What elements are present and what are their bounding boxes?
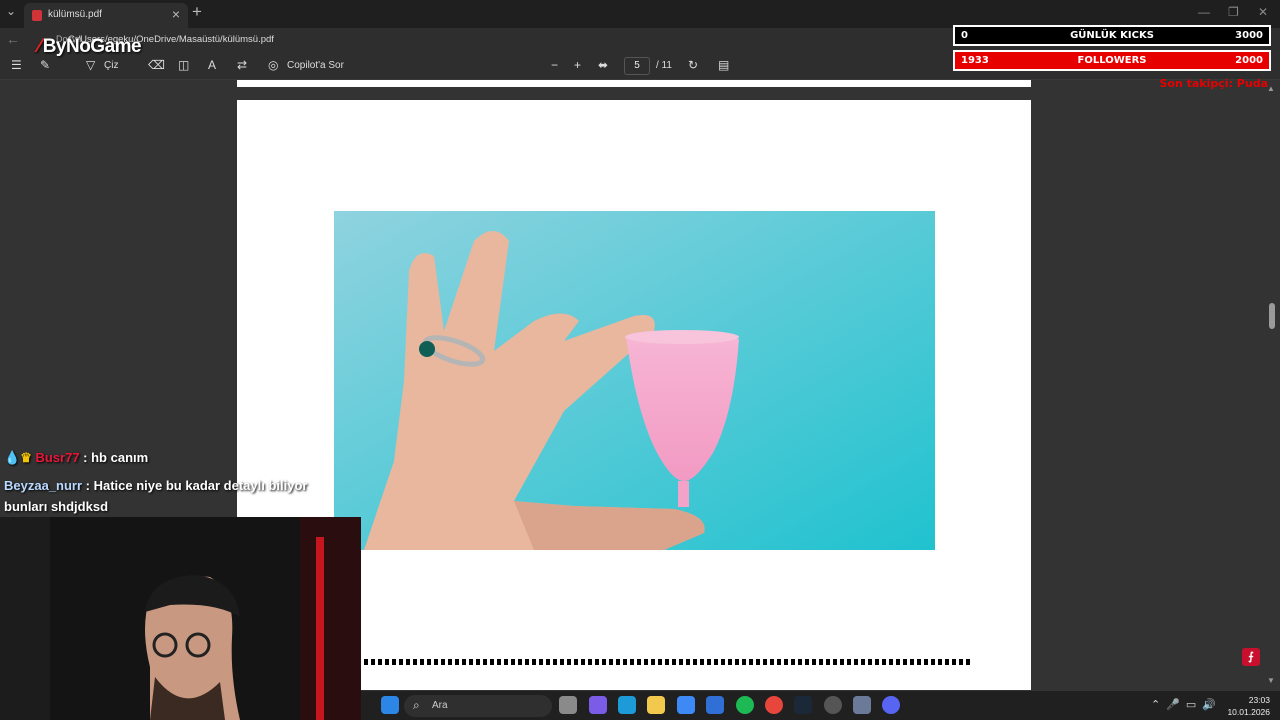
spotify-icon[interactable]	[736, 696, 754, 714]
fit-page-icon[interactable]: ⬌	[598, 58, 608, 72]
contents-icon[interactable]: ☰	[11, 58, 22, 72]
tab-title: külümsü.pdf	[48, 9, 102, 20]
minimize-button[interactable]: —	[1198, 5, 1210, 19]
chat-username: Busr77	[35, 450, 80, 465]
file-explorer-icon[interactable]	[647, 696, 665, 714]
page-total: / 11	[656, 60, 672, 71]
tab-list-button[interactable]: ⌄	[6, 4, 16, 18]
copilot-icon[interactable]: ◎	[268, 58, 278, 72]
app-icon[interactable]	[824, 696, 842, 714]
system-tray[interactable]: ⌃🎤▭🔊	[1151, 698, 1222, 711]
followers-goal: 2000	[1235, 55, 1263, 66]
tab-pdf[interactable]: külümsü.pdf ×	[24, 3, 188, 28]
bynogame-logo: ⁄ ByNoGame	[38, 36, 142, 58]
two-page-icon[interactable]: ▤	[718, 58, 729, 72]
rotate-icon[interactable]: ↻	[688, 58, 698, 72]
chat-text: : hb canım	[83, 450, 149, 465]
draw-label[interactable]: Çiz	[104, 60, 118, 71]
eraser-icon[interactable]: ⌫	[148, 58, 165, 72]
settings-app-icon[interactable]	[853, 696, 871, 714]
task-view-icon[interactable]	[559, 696, 577, 714]
windows-taskbar: ⌕ Ara ⌃🎤▭🔊 23:03 10.01.2026	[361, 690, 1280, 720]
taskbar-clock[interactable]: 23:03 10.01.2026	[1227, 694, 1270, 718]
translate-icon[interactable]: ⇄	[237, 58, 247, 72]
scrollbar-thumb[interactable]	[1269, 303, 1275, 329]
copilot-label[interactable]: Copilot'a Sor	[287, 60, 344, 71]
webcam-feed	[0, 517, 361, 720]
clock-time: 23:03	[1248, 695, 1270, 705]
new-tab-button[interactable]: +	[192, 2, 202, 22]
kicks-goal: 3000	[1235, 30, 1263, 41]
clock-date: 10.01.2026	[1227, 707, 1270, 717]
chrome-icon[interactable]	[765, 696, 783, 714]
edge-icon[interactable]	[618, 696, 636, 714]
pdf-file-icon	[32, 10, 42, 21]
discord-icon[interactable]	[882, 696, 900, 714]
copilot-app-icon[interactable]	[589, 696, 607, 714]
draw-icon[interactable]: ▽	[86, 58, 95, 72]
window-close-button[interactable]: ✕	[1258, 5, 1268, 19]
acrobat-icon[interactable]: ⨍	[1242, 648, 1260, 666]
chat-username: Beyzaa_nurr	[4, 478, 83, 493]
followers-counter: 1933 FOLLOWERS 2000	[953, 50, 1271, 71]
last-follower-label: Son takipçi: Puda	[1159, 77, 1269, 90]
read-aloud-icon[interactable]: A	[208, 58, 216, 72]
logo-mark-icon: ⁄	[38, 36, 41, 57]
menstrual-cup-photo	[334, 211, 935, 550]
logo-text: ByNoGame	[42, 36, 142, 57]
search-icon: ⌕	[413, 698, 420, 712]
page-view-icon[interactable]: ◫	[178, 58, 189, 72]
mail-icon[interactable]	[706, 696, 724, 714]
previous-page	[237, 80, 1031, 87]
kicks-label: GÜNLÜK KICKS	[1070, 30, 1154, 41]
chat-message: Beyzaa_nurr : Hatice niye bu kadar detay…	[4, 475, 334, 517]
store-icon[interactable]	[677, 696, 695, 714]
browser-tab-bar: ⌄ külümsü.pdf × + — ❐ ✕	[0, 0, 1280, 28]
back-arrow-icon[interactable]: ←	[6, 31, 20, 47]
drop-badge-icon: 💧	[4, 450, 21, 465]
chat-message: 💧♛ Busr77 : hb canım	[4, 450, 148, 466]
restore-button[interactable]: ❐	[1228, 5, 1239, 19]
zoom-in-button[interactable]: +	[574, 58, 581, 72]
windows-start-icon[interactable]	[381, 696, 399, 714]
tab-close-button[interactable]: ×	[172, 6, 180, 22]
dotted-separator	[364, 659, 970, 665]
taskbar-search-label: Ara	[432, 700, 448, 711]
highlight-icon[interactable]: ✎	[40, 58, 50, 72]
steam-icon[interactable]	[794, 696, 812, 714]
taskbar-search[interactable]: ⌕ Ara	[404, 695, 552, 717]
daily-kicks-counter: 0 GÜNLÜK KICKS 3000	[953, 25, 1271, 46]
page-number-input[interactable]: 5	[624, 57, 650, 75]
crown-badge-icon: ♛	[20, 450, 32, 465]
scroll-up-arrow-icon[interactable]: ▲	[1267, 84, 1275, 93]
zoom-out-button[interactable]: −	[551, 58, 558, 72]
scroll-down-arrow-icon[interactable]: ▼	[1267, 676, 1275, 685]
followers-label: FOLLOWERS	[1077, 55, 1147, 66]
